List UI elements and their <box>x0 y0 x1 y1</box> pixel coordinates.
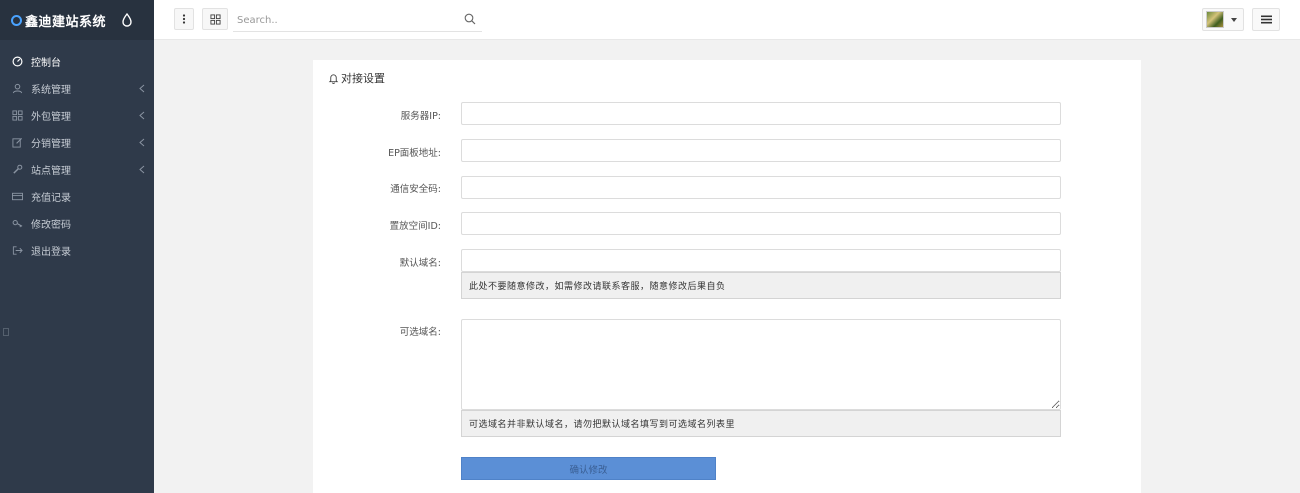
default-domain-input[interactable] <box>461 249 1061 272</box>
space-id-input[interactable] <box>461 212 1061 235</box>
card-icon <box>11 191 23 203</box>
avatar <box>1206 11 1224 28</box>
grid-icon <box>11 110 23 122</box>
sidebar-nav: 控制台 系统管理 外包管理 分销管理 站点管理 充值记录 修改密码 退出登录 <box>0 48 154 264</box>
sidebar-item-label: 控制台 <box>31 58 61 69</box>
list-icon <box>1260 15 1272 24</box>
sidebar-item-label: 系统管理 <box>31 85 71 96</box>
security-code-label: 通信安全码: <box>390 184 441 195</box>
security-code-input[interactable] <box>461 176 1061 199</box>
logout-icon <box>11 245 23 257</box>
panel-title: 对接设置 <box>341 72 385 85</box>
sidebar: 鑫迪建站系统 控制台 系统管理 外包管理 分销管理 站点管理 充值记录 修改密码… <box>0 0 154 493</box>
optional-domain-label: 可选域名: <box>399 327 441 338</box>
settings-panel: 对接设置 服务器IP: EP面板地址: 通信安全码: 置放空间ID: 默认域名:… <box>313 60 1141 493</box>
confirm-button[interactable]: 确认修改 <box>461 457 716 480</box>
server-ip-label: 服务器IP: <box>400 111 441 122</box>
dashboard-icon <box>11 56 23 68</box>
topbar <box>154 0 1300 40</box>
server-ip-input[interactable] <box>461 102 1061 125</box>
chevron-left-icon <box>139 165 145 174</box>
sidebar-item-label: 修改密码 <box>31 220 71 231</box>
sidebar-item-label: 退出登录 <box>31 247 71 258</box>
bell-icon <box>328 73 339 84</box>
side-panel-toggle-button[interactable] <box>1252 8 1280 31</box>
search-bar <box>233 8 482 32</box>
optional-domain-textarea[interactable] <box>461 319 1061 410</box>
chevron-left-icon <box>139 111 145 120</box>
ep-panel-label: EP面板地址: <box>388 148 441 159</box>
user-menu-button[interactable] <box>1202 8 1244 31</box>
more-options-button[interactable] <box>174 8 194 30</box>
sidebar-item-password[interactable]: 修改密码 <box>0 210 154 237</box>
droplet-icon[interactable] <box>121 13 133 27</box>
sidebar-item-sites[interactable]: 站点管理 <box>0 156 154 183</box>
brand-title: 鑫迪建站系统 <box>25 14 107 30</box>
space-id-label: 置放空间ID: <box>389 221 441 232</box>
search-icon[interactable] <box>464 13 476 25</box>
sidebar-item-dashboard[interactable]: 控制台 <box>0 48 154 75</box>
sidebar-item-logout[interactable]: 退出登录 <box>0 237 154 264</box>
sidebar-collapse-icon[interactable] <box>3 328 9 336</box>
sidebar-item-label: 站点管理 <box>31 166 71 177</box>
default-domain-hint: 此处不要随意修改，如需修改请联系客服，随意修改后果自负 <box>461 272 1061 299</box>
sidebar-item-label: 分销管理 <box>31 139 71 150</box>
chevron-left-icon <box>139 84 145 93</box>
user-icon <box>11 83 23 95</box>
brand-logo-icon <box>11 14 22 26</box>
search-input[interactable] <box>233 9 453 32</box>
optional-domain-hint: 可选域名并非默认域名，请勿把默认域名填写到可选域名列表里 <box>461 410 1061 437</box>
edit-icon <box>11 137 23 149</box>
sidebar-item-label: 充值记录 <box>31 193 71 204</box>
caret-down-icon <box>1231 17 1237 22</box>
sidebar-item-system[interactable]: 系统管理 <box>0 75 154 102</box>
sidebar-item-distribution[interactable]: 分销管理 <box>0 129 154 156</box>
sidebar-item-recharge[interactable]: 充值记录 <box>0 183 154 210</box>
sidebar-item-label: 外包管理 <box>31 112 71 123</box>
key-icon <box>11 218 23 230</box>
grid-icon <box>209 13 221 25</box>
vertical-dots-icon <box>182 14 186 24</box>
sidebar-item-outsource[interactable]: 外包管理 <box>0 102 154 129</box>
panel-header: 对接设置 <box>328 70 385 86</box>
default-domain-label: 默认域名: <box>399 258 441 269</box>
wrench-icon <box>11 164 23 176</box>
apps-grid-button[interactable] <box>202 8 228 30</box>
chevron-left-icon <box>139 138 145 147</box>
ep-panel-input[interactable] <box>461 139 1061 162</box>
